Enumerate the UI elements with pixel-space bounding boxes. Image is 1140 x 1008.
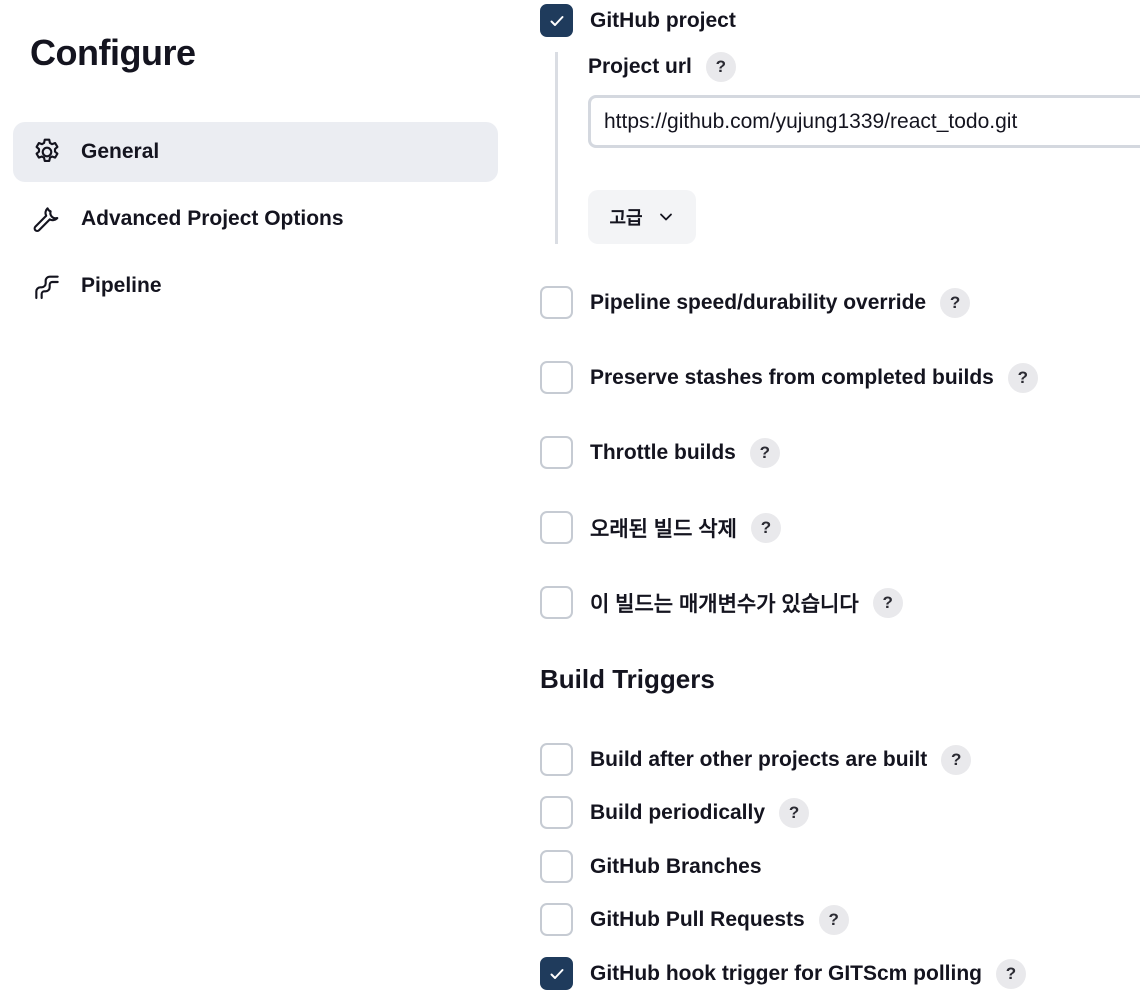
help-icon[interactable]: ? [1007, 363, 1038, 393]
parameterized-build-label: 이 빌드는 매개변수가 있습니다 ? [590, 586, 903, 620]
github-branches-label: GitHub Branches [590, 855, 762, 878]
check-icon [550, 969, 564, 979]
help-icon[interactable]: ? [872, 588, 903, 618]
wrench-icon [31, 203, 63, 235]
advanced-button[interactable]: 고급 [588, 190, 696, 244]
help-icon[interactable]: ? [818, 905, 849, 935]
chevron-down-icon [659, 213, 672, 221]
sidebar-item-general[interactable]: General [13, 122, 498, 182]
check-icon [550, 16, 564, 26]
github-pull-requests-checkbox[interactable] [540, 903, 573, 936]
preserve-stashes-checkbox[interactable] [540, 361, 573, 394]
pipeline-icon [31, 270, 63, 302]
pipeline-speed-durability-label: Pipeline speed/durability override ? [590, 286, 971, 320]
page-title: Configure [30, 32, 196, 73]
sidebar-item-advanced-project-options[interactable]: Advanced Project Options [13, 189, 498, 249]
github-branches-checkbox[interactable] [540, 850, 573, 883]
parameterized-build-checkbox[interactable] [540, 586, 573, 619]
help-icon[interactable]: ? [941, 745, 972, 775]
github-project-label: GitHub project [590, 9, 736, 32]
pipeline-speed-durability-checkbox[interactable] [540, 286, 573, 319]
project-url-input[interactable] [588, 95, 1140, 148]
sidebar-item-label: Advanced Project Options [81, 207, 344, 230]
build-periodically-label: Build periodically ? [590, 796, 810, 830]
discard-old-builds-label: 오래된 빌드 삭제 ? [590, 511, 781, 545]
help-icon[interactable]: ? [705, 52, 736, 82]
nested-section-divider [555, 52, 558, 244]
build-after-other-projects-label: Build after other projects are built ? [590, 743, 972, 777]
build-periodically-checkbox[interactable] [540, 796, 573, 829]
build-triggers-title: Build Triggers [540, 664, 715, 694]
help-icon[interactable]: ? [749, 438, 780, 468]
help-icon[interactable]: ? [996, 959, 1026, 989]
throttle-builds-label: Throttle builds ? [590, 436, 780, 470]
github-hook-trigger-label: GitHub hook trigger for GITScm polling ? [590, 957, 1026, 991]
sidebar-item-label: Pipeline [81, 274, 162, 297]
project-url-label: Project url ? [588, 50, 736, 84]
sidebar-item-pipeline[interactable]: Pipeline [13, 256, 498, 316]
help-icon[interactable]: ? [779, 798, 810, 828]
help-icon[interactable]: ? [940, 288, 971, 318]
github-project-checkbox[interactable] [540, 4, 573, 37]
github-hook-trigger-checkbox[interactable] [540, 957, 573, 990]
gear-icon [31, 136, 63, 168]
sidebar-item-label: General [81, 140, 160, 163]
github-pull-requests-label: GitHub Pull Requests ? [590, 903, 849, 937]
help-icon[interactable]: ? [750, 513, 781, 543]
throttle-builds-checkbox[interactable] [540, 436, 573, 469]
build-after-other-projects-checkbox[interactable] [540, 743, 573, 776]
discard-old-builds-checkbox[interactable] [540, 511, 573, 544]
preserve-stashes-label: Preserve stashes from completed builds ? [590, 361, 1038, 395]
